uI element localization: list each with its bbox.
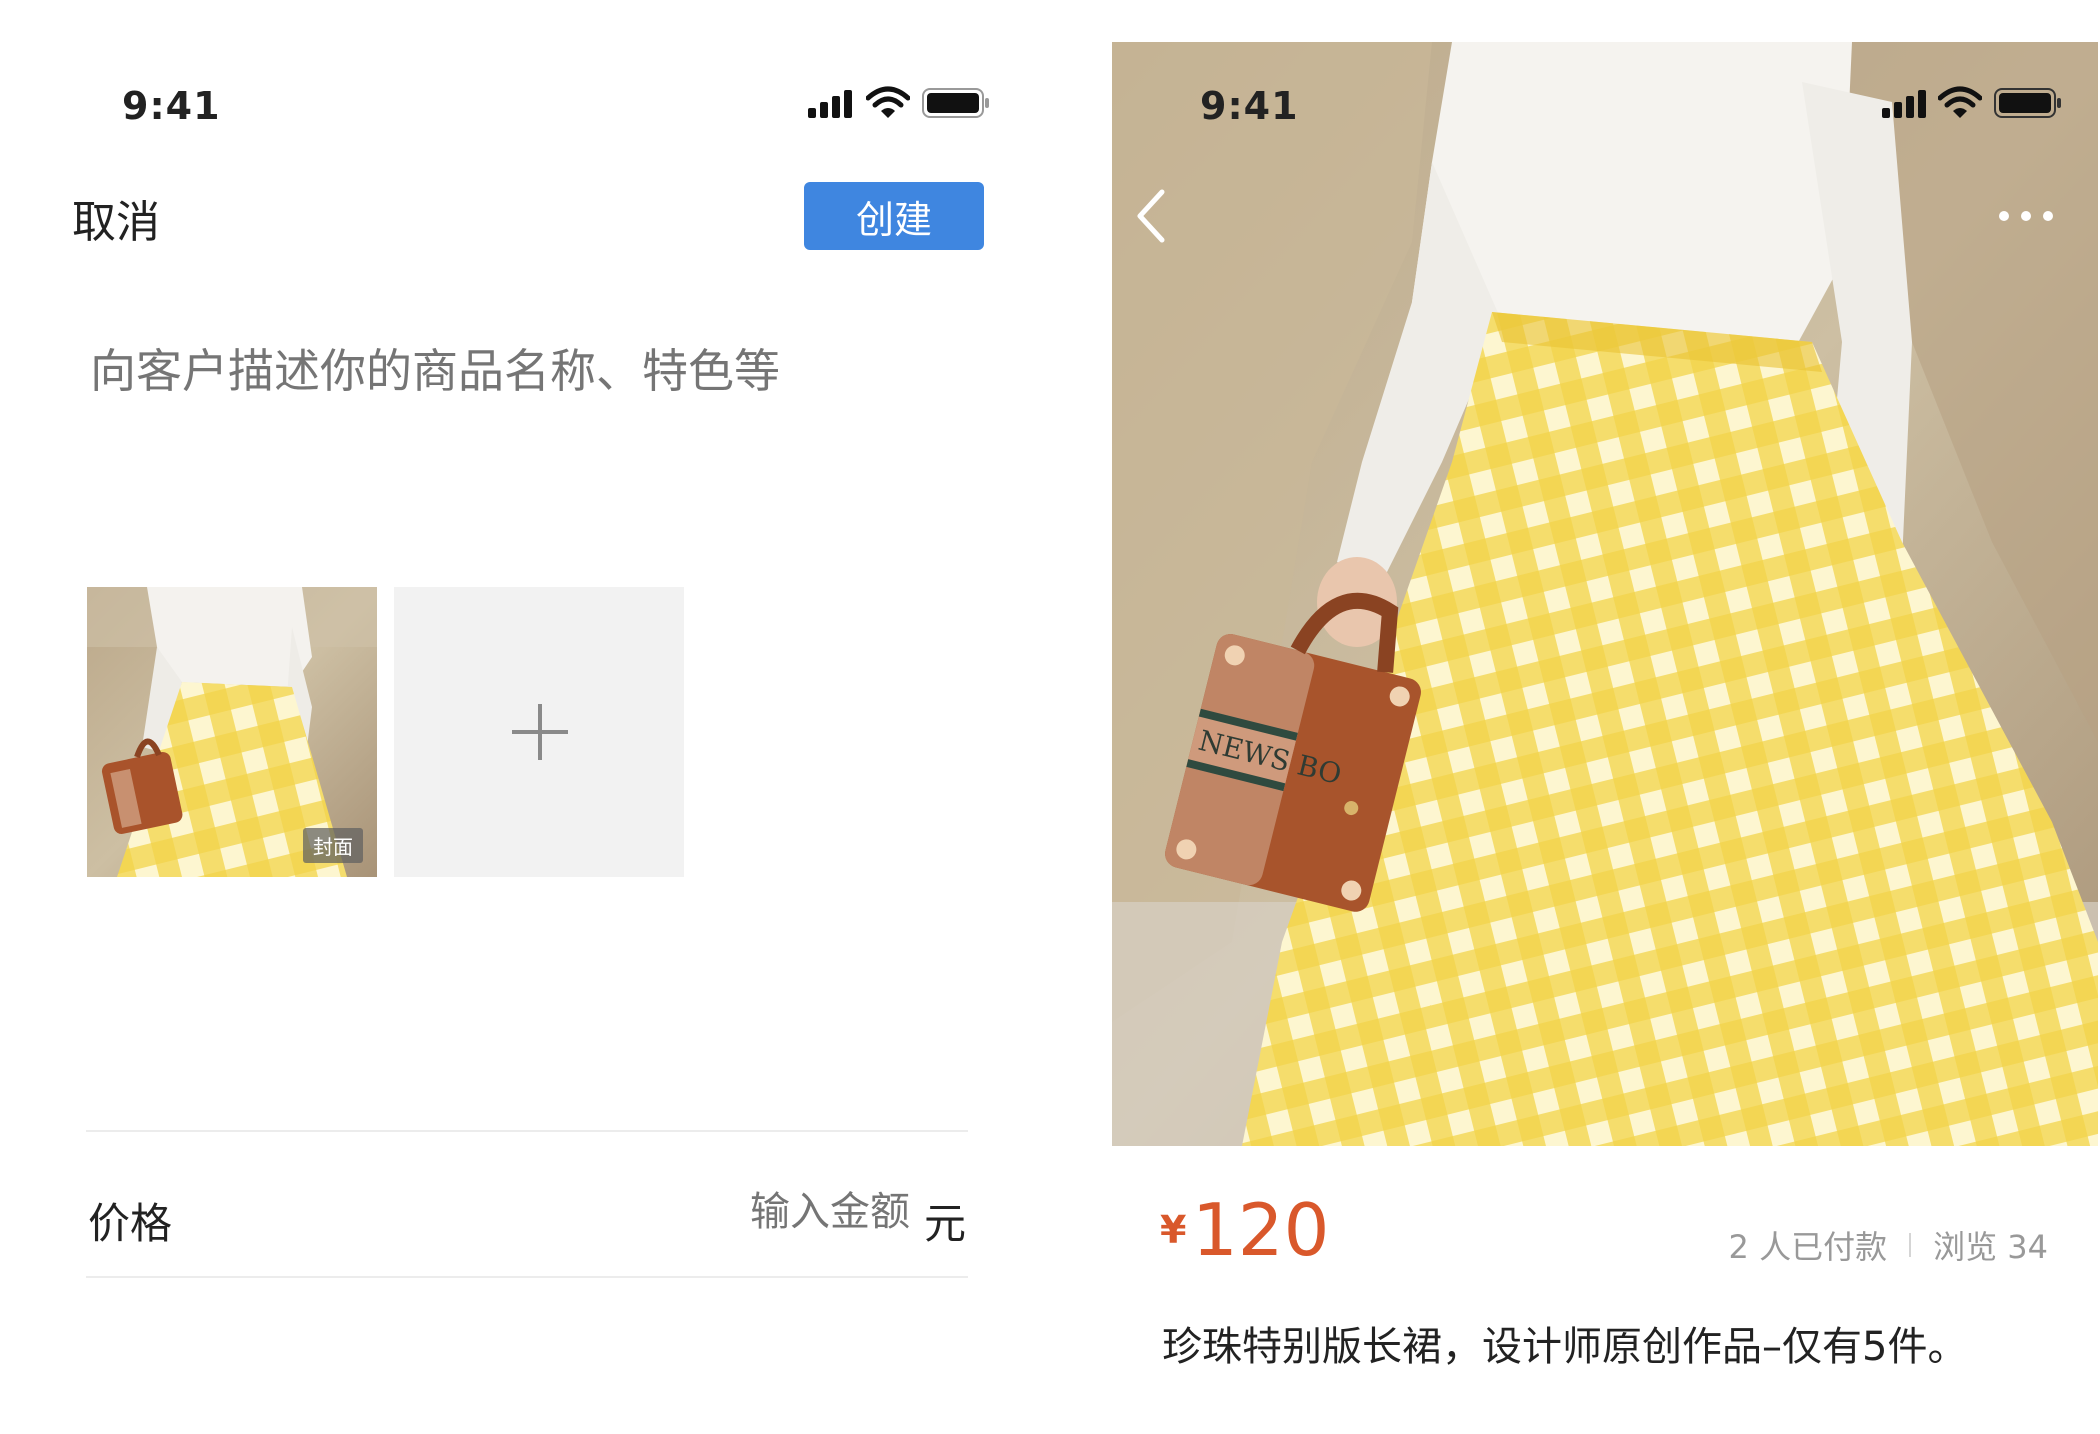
divider-top [86,1130,968,1132]
cellular-signal-icon [808,88,854,118]
paid-count: 2 人已付款 [1728,1228,1888,1266]
add-image-button[interactable] [394,587,684,877]
more-options-icon[interactable] [1996,206,2056,226]
price-input[interactable] [700,1190,910,1235]
stats-separator [1909,1233,1912,1257]
cancel-button[interactable]: 取消 [72,186,160,250]
create-button[interactable]: 创建 [804,182,984,250]
wifi-icon-right [1938,86,1982,118]
price-unit: 元 [924,1199,967,1248]
battery-icon [922,88,989,118]
product-price: 120 [1192,1188,1330,1272]
currency-symbol: ¥ [1160,1208,1187,1252]
product-hero-image: NEWS BO [1112,42,2098,1146]
description-input[interactable] [88,340,972,402]
view-count: 浏览 34 [1933,1228,2048,1266]
cover-badge: 封面 [303,828,363,863]
product-title: 珍珠特别版长裙，设计师原创作品–仅有5件。 [1162,1324,1968,1370]
plus-icon-vertical [538,704,542,760]
back-chevron-icon[interactable] [1132,188,1172,244]
cellular-signal-icon-right [1882,88,1928,118]
product-stats: 2 人已付款 浏览 34 [1729,1222,2048,1268]
divider-bottom [86,1276,968,1278]
product-thumbnail[interactable]: 封面 [87,587,377,877]
price-label: 价格 [88,1199,173,1248]
status-time: 9:41 [122,84,221,128]
wifi-icon [866,86,910,118]
status-time-right: 9:41 [1200,84,1299,128]
battery-icon-right [1994,88,2061,118]
